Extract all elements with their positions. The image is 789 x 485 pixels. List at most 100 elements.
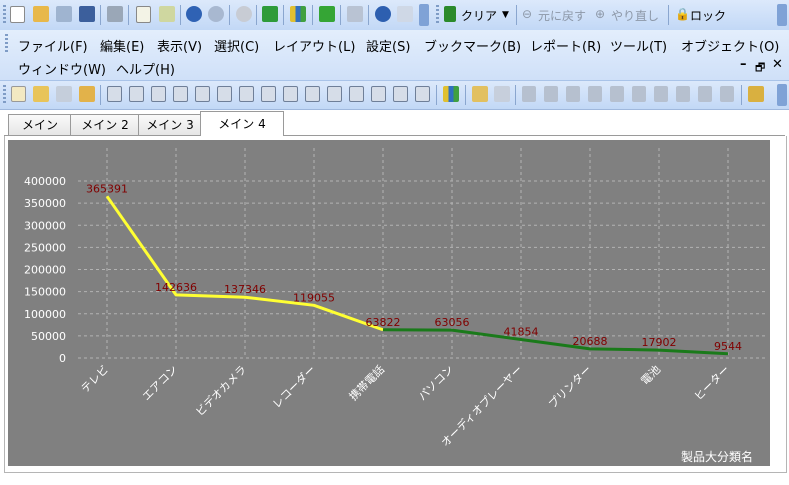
menu-grip[interactable] (5, 34, 8, 52)
open-sheet-icon[interactable] (33, 86, 49, 102)
menu-bar: ファイル(F) 編集(E) 表示(V) 選択(C) レイアウト(L) 設定(S)… (0, 30, 789, 80)
menu-help[interactable]: ヘルプ(H) (116, 59, 175, 78)
toolbar-separator (100, 5, 101, 25)
toolbar-overflow-chevron-icon[interactable] (777, 4, 787, 26)
duplicate-sheet-icon[interactable] (56, 86, 72, 102)
edit-icon[interactable] (136, 6, 151, 23)
menu-layout[interactable]: レイアウト(L) (273, 36, 355, 55)
tab-main-3[interactable]: メイン 3 (138, 114, 202, 135)
distribute-vertical-icon[interactable] (676, 86, 690, 102)
toolbar-overflow-chevron-icon[interactable] (419, 4, 429, 26)
space-horizontal-icon[interactable] (698, 86, 712, 102)
undo-button[interactable]: 元に戻す (538, 7, 586, 24)
undo-icon[interactable] (186, 6, 202, 22)
slider-icon[interactable] (327, 86, 342, 102)
toolbar-separator (128, 5, 129, 25)
new-file-icon[interactable] (10, 6, 25, 23)
toolbar-separator (180, 5, 181, 25)
sheet-props-icon[interactable] (79, 86, 95, 102)
align-middle-icon[interactable] (610, 86, 624, 102)
whats-this-icon[interactable] (397, 6, 413, 22)
chart-wizard-icon[interactable] (443, 86, 459, 102)
copy-icon[interactable] (159, 6, 175, 22)
toolbar-separator (340, 5, 341, 25)
y-tick-label: 100000 (24, 308, 66, 321)
align-left-icon[interactable] (522, 86, 536, 102)
bar-chart-icon[interactable] (195, 86, 210, 102)
star-icon[interactable] (319, 6, 335, 22)
toolbar-grip[interactable] (3, 5, 6, 25)
menu-view[interactable]: 表示(V) (157, 36, 202, 55)
toolbar-overflow-chevron-icon[interactable] (777, 84, 787, 106)
menu-file[interactable]: ファイル(F) (18, 36, 88, 55)
toolbar-separator (368, 5, 369, 25)
clear-button[interactable]: クリア (461, 7, 497, 24)
button-object-icon[interactable] (261, 86, 276, 102)
redo-button[interactable]: やり直し (611, 7, 659, 24)
line-object-icon[interactable] (305, 86, 320, 102)
distribute-horizontal-icon[interactable] (654, 86, 668, 102)
format-painter-icon[interactable] (472, 86, 488, 102)
help-icon[interactable] (375, 6, 391, 22)
check-icon[interactable] (262, 6, 278, 22)
sum-icon[interactable] (129, 86, 144, 102)
y-tick-label: 250000 (24, 241, 66, 254)
search-icon[interactable] (236, 6, 252, 22)
toolbar-grip[interactable] (436, 5, 439, 25)
menu-bookmark[interactable]: ブックマーク(B) (424, 36, 521, 55)
save-icon[interactable] (79, 6, 95, 22)
minimize-icon[interactable]: – (740, 57, 747, 72)
tab-main-4[interactable]: メイン 4 (200, 111, 284, 136)
chart-icon[interactable] (290, 6, 306, 22)
lock-button[interactable]: ロック (690, 7, 726, 24)
align-bottom-icon[interactable] (588, 86, 602, 102)
open-folder-icon[interactable] (33, 6, 49, 22)
table-icon[interactable] (151, 86, 166, 102)
menu-settings[interactable]: 設定(S) (366, 36, 410, 55)
print-icon[interactable] (107, 6, 123, 22)
menu-tools[interactable]: ツール(T) (610, 36, 667, 55)
y-tick-label: 50000 (31, 330, 66, 343)
menu-report[interactable]: レポート(R) (530, 36, 601, 55)
menu-select[interactable]: 選択(C) (214, 36, 259, 55)
align-top-icon[interactable] (632, 86, 646, 102)
pivot-icon[interactable] (173, 86, 188, 102)
clear-icon[interactable] (444, 6, 456, 22)
bookmark-object-icon[interactable] (371, 86, 386, 102)
listbox-icon[interactable] (107, 86, 122, 102)
input-box-icon[interactable] (217, 86, 232, 102)
data-label: 63056 (435, 316, 470, 329)
resize-icon[interactable] (494, 86, 510, 102)
menu-object[interactable]: オブジェクト(O) (681, 36, 779, 55)
search-object-icon[interactable] (349, 86, 364, 102)
redo-icon[interactable] (208, 6, 224, 22)
tab-main-2[interactable]: メイン 2 (70, 114, 140, 135)
menu-window[interactable]: ウィンドウ(W) (18, 59, 106, 78)
line-chart[interactable]: 0 50000 100000 150000 200000 250000 300000 3500… (8, 140, 770, 466)
toolbar-separator (515, 85, 516, 105)
refresh-icon[interactable] (56, 6, 72, 22)
restore-icon[interactable]: 🗗 (755, 59, 765, 78)
new-sheet-icon[interactable] (11, 86, 26, 102)
toolbar-grip[interactable] (3, 85, 6, 105)
tab-main[interactable]: メイン (8, 114, 72, 135)
space-vertical-icon[interactable] (720, 86, 734, 102)
textbox-object-icon[interactable] (283, 86, 298, 102)
redo-arrow-icon: ⊕ (595, 7, 606, 21)
toolbar-separator (256, 5, 257, 25)
menu-edit[interactable]: 編集(E) (100, 36, 144, 55)
multibox-icon[interactable] (239, 86, 254, 102)
toolbar-separator (283, 5, 284, 25)
user-icon[interactable] (748, 86, 764, 102)
container-icon[interactable] (393, 86, 408, 102)
align-right-icon[interactable] (566, 86, 580, 102)
align-center-icon[interactable] (544, 86, 558, 102)
y-tick-label: 200000 (24, 264, 66, 277)
chevron-down-icon[interactable]: ▼ (502, 10, 509, 20)
y-tick-label: 300000 (24, 219, 66, 232)
y-tick-label: 400000 (24, 175, 66, 188)
object-toolbar (0, 80, 789, 110)
smiley-icon[interactable] (415, 86, 430, 102)
close-icon[interactable]: ✕ (772, 57, 783, 72)
properties-icon[interactable] (347, 6, 363, 22)
